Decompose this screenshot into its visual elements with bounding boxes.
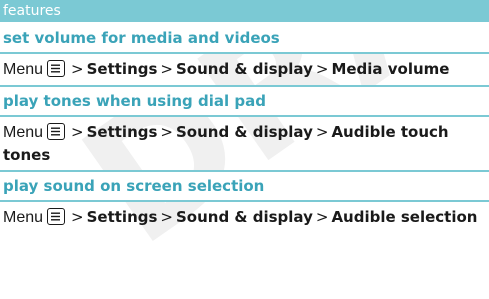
feature-path: Menu > Settings > Sound & display > Audible to…: [0, 117, 489, 170]
path-separator: >: [160, 208, 173, 226]
path-separator: >: [315, 208, 329, 226]
path-separator: >: [71, 208, 84, 226]
feature-title: set volume for media and videos: [0, 24, 489, 54]
menu-word: Menu: [3, 61, 44, 78]
path-separator: >: [160, 60, 173, 78]
feature-section-screen-selection: play sound on screen selection Menu > Sett…: [0, 172, 489, 233]
menu-word: Menu: [3, 124, 44, 141]
path-step-sound-display: Sound & display: [176, 60, 313, 78]
menu-key-icon: [47, 208, 66, 225]
path-step-sound-display: Sound & display: [176, 123, 313, 141]
features-table: features set volume for media and videos…: [0, 0, 489, 233]
path-step-media-volume: Media volume: [331, 60, 450, 78]
feature-section-media-volume: set volume for media and videos Menu > Set…: [0, 24, 489, 87]
table-header: features: [0, 0, 489, 24]
menu-word: Menu: [3, 209, 44, 226]
path-step-settings: Settings: [86, 208, 158, 226]
header-label: features: [3, 3, 61, 19]
feature-title: play sound on screen selection: [0, 172, 489, 202]
feature-section-touch-tones: play tones when using dial pad Menu > Sett…: [0, 87, 489, 172]
feature-path: Menu > Settings > Sound & display > Audible se…: [0, 202, 489, 233]
feature-title: play tones when using dial pad: [0, 87, 489, 117]
path-separator: >: [315, 60, 329, 78]
menu-key-icon: [47, 123, 66, 140]
menu-key-icon: [47, 60, 66, 77]
path-separator: >: [160, 123, 173, 141]
path-separator: >: [71, 60, 84, 78]
path-separator: >: [315, 123, 329, 141]
path-step-audible-selection: Audible selection: [331, 208, 478, 226]
path-step-settings: Settings: [86, 123, 158, 141]
feature-path: Menu > Settings > Sound & display > Media volu…: [0, 54, 489, 85]
path-step-settings: Settings: [86, 60, 158, 78]
path-separator: >: [71, 123, 84, 141]
path-step-sound-display: Sound & display: [176, 208, 313, 226]
